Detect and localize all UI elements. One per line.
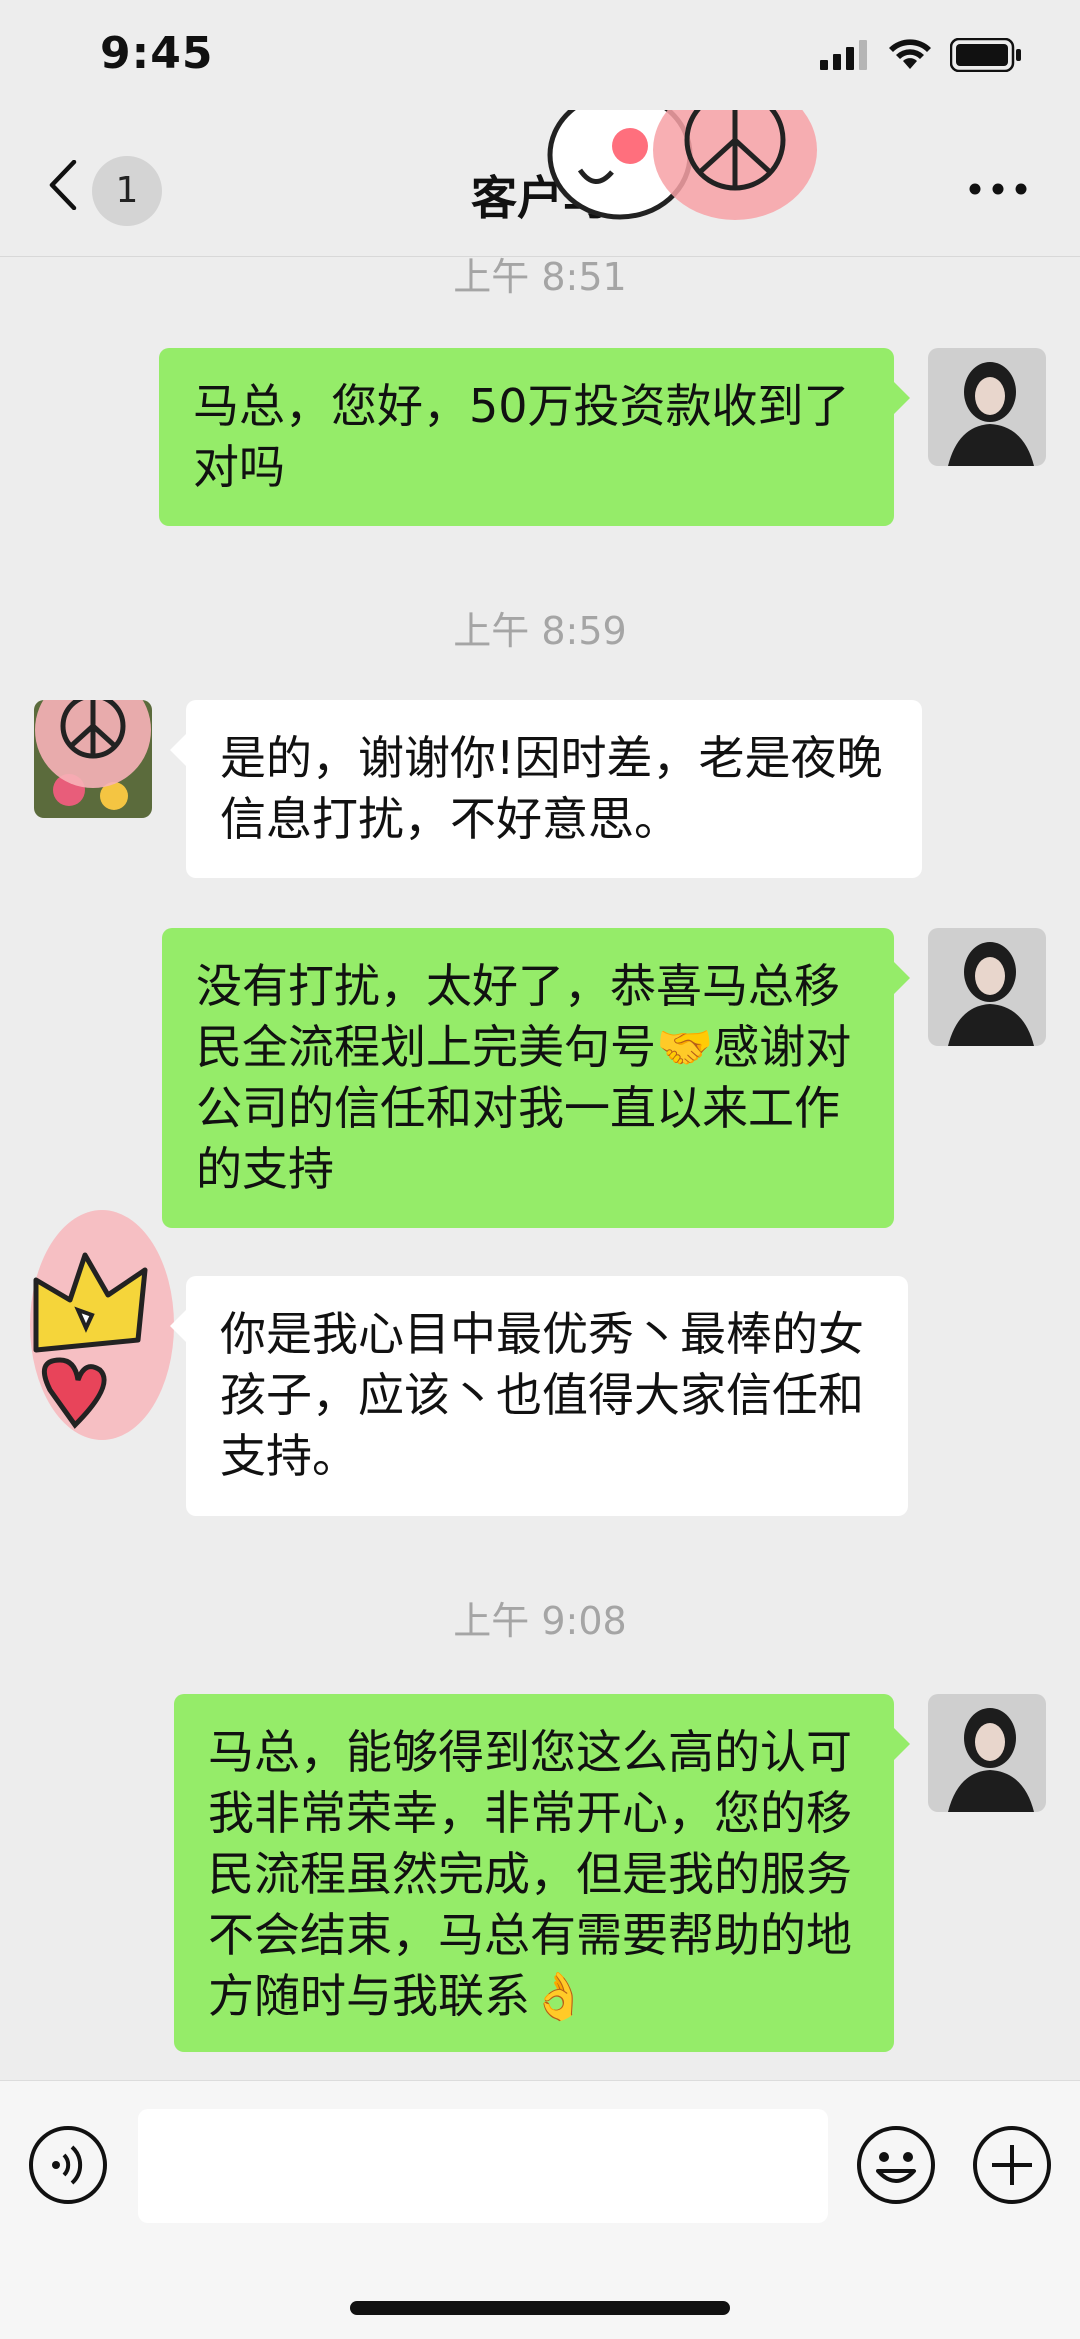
battery-icon <box>950 38 1021 72</box>
contact-avatar[interactable] <box>30 1200 190 1440</box>
emoji-icon[interactable] <box>856 2125 936 2205</box>
sticker-cover-image <box>547 110 817 220</box>
incoming-message[interactable]: 你是我心目中最优秀丶最棒的女孩子，应该丶也值得大家信任和支持。 <box>170 1276 908 1516</box>
outgoing-message[interactable]: 马总，能够得到您这么高的认可我非常荣幸，非常开心，您的移民流程虽然完成，但是我的… <box>174 1694 910 2052</box>
my-avatar[interactable] <box>928 1694 1046 1812</box>
plus-icon[interactable] <box>972 2125 1052 2205</box>
voice-icon[interactable] <box>28 2125 108 2205</box>
signal-icon <box>820 40 867 70</box>
message-input[interactable] <box>138 2109 828 2223</box>
timestamp: 上午 8:51 <box>453 255 627 299</box>
status-bar: 9:45 <box>0 0 1080 110</box>
nav-bar: 1 客户马 <box>0 110 1080 257</box>
outgoing-message[interactable]: 没有打扰，太好了，恭喜马总移民全流程划上完美句号🤝感谢对公司的信任和对我一直以来… <box>162 928 910 1228</box>
input-bar <box>0 2080 1080 2339</box>
status-time: 9:45 <box>100 28 214 79</box>
timestamp: 上午 9:08 <box>453 1599 627 1643</box>
timestamp: 上午 8:59 <box>453 609 627 653</box>
outgoing-message[interactable]: 马总，您好，50万投资款收到了对吗 <box>159 348 910 526</box>
contact-avatar[interactable] <box>34 700 152 818</box>
wifi-icon <box>889 39 931 69</box>
incoming-message[interactable]: 是的，谢谢你!因时差，老是夜晚信息打扰，不好意思。 <box>170 700 922 878</box>
more-dots-icon[interactable] <box>968 182 1028 196</box>
status-icons <box>820 38 1022 72</box>
my-avatar[interactable] <box>928 928 1046 1046</box>
my-avatar[interactable] <box>928 348 1046 466</box>
home-indicator[interactable] <box>350 2301 730 2315</box>
